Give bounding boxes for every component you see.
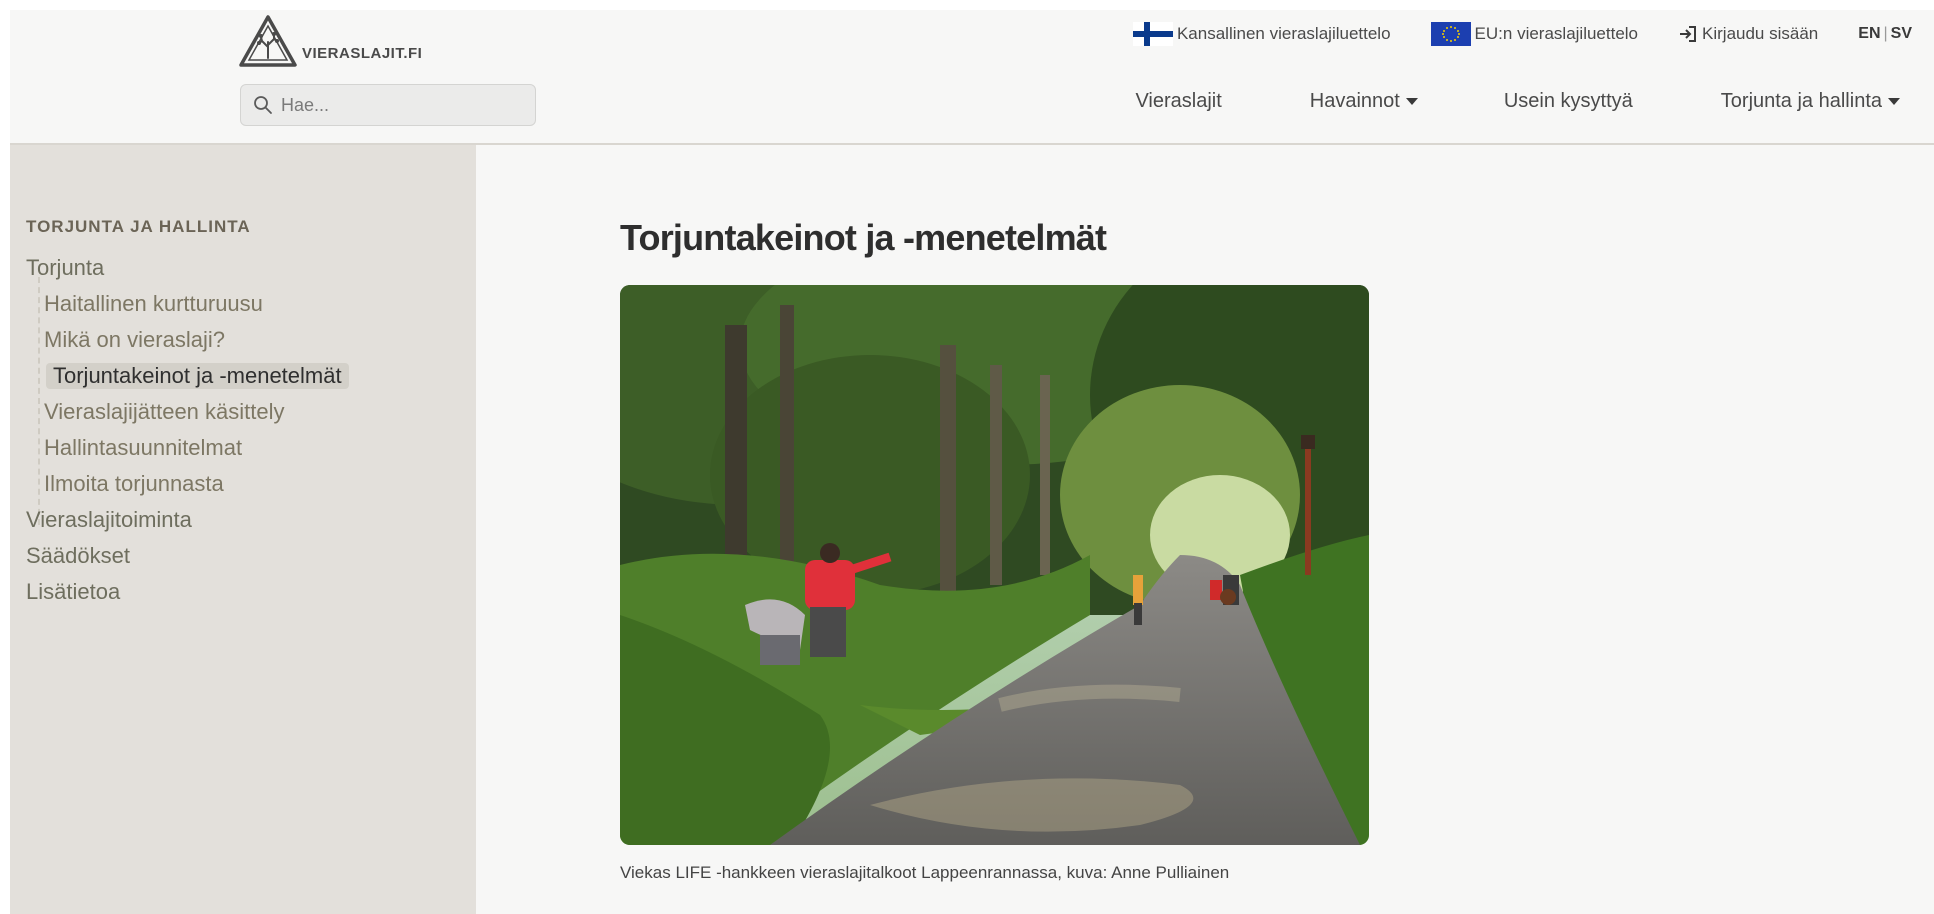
language-switcher: EN | SV xyxy=(1858,25,1912,43)
sidebar: TORJUNTA JA HALLINTA Torjunta Haitalline… xyxy=(10,145,476,914)
sidebar-item-lisatietoa[interactable]: Lisätietoa xyxy=(26,579,120,605)
nav-vieraslajit-label: Vieraslajit xyxy=(1135,90,1222,112)
photo-caption: Viekas LIFE -hankkeen vieraslajitalkoot … xyxy=(620,863,1230,882)
national-list-link[interactable]: Kansallinen vieraslajiluettelo xyxy=(1132,22,1391,46)
article-photo xyxy=(620,285,1369,845)
nav-usein-kysyttya[interactable]: Usein kysyttyä xyxy=(1504,90,1633,113)
main-nav: Vieraslajit Havainnot Usein kysyttyä Tor… xyxy=(1135,90,1900,113)
logo-text: VIERASLAJIT.FI xyxy=(302,45,423,62)
logo-triangle-icon xyxy=(239,15,297,67)
nav-vieraslajit[interactable]: Vieraslajit xyxy=(1135,90,1221,113)
lang-separator: | xyxy=(1883,25,1888,42)
lang-sv-link[interactable]: SV xyxy=(1891,25,1912,42)
finland-flag-icon xyxy=(1132,22,1173,46)
login-icon xyxy=(1680,26,1697,42)
nav-usein-label: Usein kysyttyä xyxy=(1503,90,1633,112)
eu-list-link[interactable]: EU:n vieraslajiluettelo xyxy=(1430,22,1639,46)
search-box[interactable] xyxy=(240,84,536,126)
sidebar-subitem-hallintasuunnitelmat[interactable]: Hallintasuunnitelmat xyxy=(44,435,242,461)
sidebar-item-vieraslajitoiminta[interactable]: Vieraslajitoiminta xyxy=(26,507,192,533)
sidebar-title: TORJUNTA JA HALLINTA xyxy=(26,217,251,236)
sidebar-subitem-jatteen-kasittely[interactable]: Vieraslajijätteen käsittely xyxy=(44,399,285,425)
lang-en-link[interactable]: EN xyxy=(1858,25,1880,42)
search-input[interactable] xyxy=(281,94,521,116)
sidebar-subitem-mika-on-vieraslaji[interactable]: Mikä on vieraslaji? xyxy=(44,327,225,353)
login-link[interactable]: Kirjaudu sisään xyxy=(1678,24,1818,44)
top-links: Kansallinen vieraslajiluettelo EU:n vier… xyxy=(1093,22,1912,46)
chevron-down-icon xyxy=(1888,98,1900,105)
nav-havainnot[interactable]: Havainnot xyxy=(1310,90,1418,113)
sidebar-subitem-kurtturuusu[interactable]: Haitallinen kurtturuusu xyxy=(44,291,263,317)
eu-list-label: EU:n vieraslajiluettelo xyxy=(1474,24,1639,43)
sidebar-item-saadokset[interactable]: Säädökset xyxy=(26,543,130,569)
search-icon xyxy=(254,96,272,114)
site-header: VIERASLAJIT.FI Kansallinen vieraslajilue… xyxy=(10,10,1934,145)
site-logo[interactable]: VIERASLAJIT.FI xyxy=(238,14,422,68)
nav-torjunta-label: Torjunta ja hallinta xyxy=(1720,90,1882,112)
sidebar-subitem-torjuntakeinot[interactable]: Torjuntakeinot ja -menetelmät xyxy=(46,363,349,389)
page-title: Torjuntakeinot ja -menetelmät xyxy=(620,217,1107,258)
login-label: Kirjaudu sisään xyxy=(1702,24,1819,43)
chevron-down-icon xyxy=(1405,98,1418,105)
sidebar-tree-line xyxy=(38,277,40,525)
nav-havainnot-label: Havainnot xyxy=(1309,90,1400,112)
eu-flag-icon xyxy=(1430,22,1471,46)
main-content: Torjuntakeinot ja -menetelmät Viekas LIF… xyxy=(476,145,1934,914)
nav-torjunta[interactable]: Torjunta ja hallinta xyxy=(1721,90,1900,113)
sidebar-subitem-ilmoita[interactable]: Ilmoita torjunnasta xyxy=(44,471,224,497)
national-list-label: Kansallinen vieraslajiluettelo xyxy=(1176,24,1391,43)
